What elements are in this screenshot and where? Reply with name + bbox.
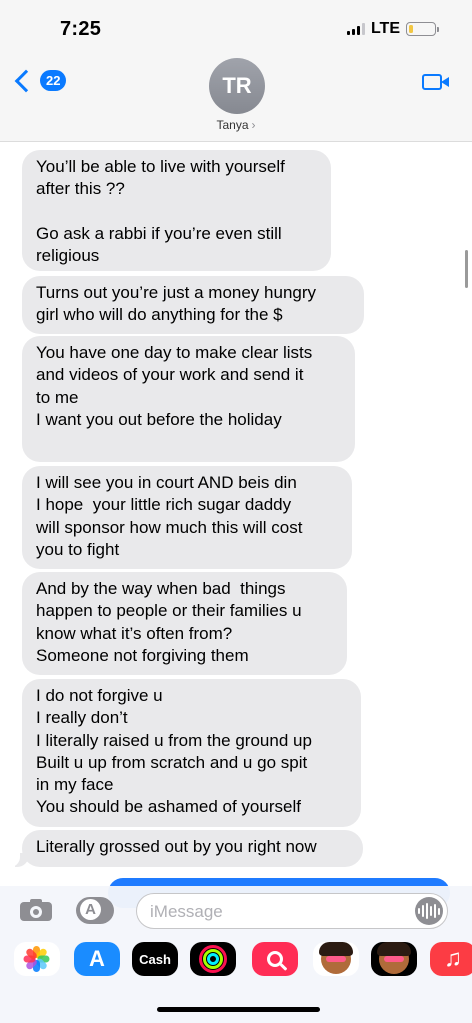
cash-app-icon[interactable]: Cash [132, 942, 178, 976]
memoji-icon[interactable] [313, 942, 359, 976]
message-input[interactable]: iMessage [136, 893, 448, 929]
signal-icon [346, 23, 365, 35]
message-bubble[interactable]: I will see you in court AND beis din I h… [22, 466, 352, 569]
message-bubble[interactable]: Literally grossed out by you right now [22, 830, 363, 867]
video-camera-icon[interactable] [422, 74, 449, 90]
message-bubble[interactable]: I do not forgive u I really don’t I lite… [22, 679, 361, 827]
message-bubble[interactable]: You’ll be able to live with yourself aft… [22, 150, 331, 271]
status-time: 7:25 [60, 18, 102, 40]
message-input-placeholder: iMessage [150, 902, 223, 921]
memoji-icon[interactable] [371, 942, 417, 976]
chevron-right-icon: › [251, 118, 256, 132]
music-icon[interactable]: ♫ [430, 942, 472, 976]
home-indicator[interactable] [157, 1007, 320, 1012]
app-store-icon[interactable]: A [74, 942, 120, 976]
unread-count-badge: 22 [40, 70, 67, 91]
scroll-indicator [465, 250, 468, 288]
message-bubble[interactable]: And by the way when bad things happen to… [22, 572, 347, 675]
photos-icon[interactable] [14, 942, 60, 976]
message-bubble[interactable]: You have one day to make clear lists and… [22, 336, 355, 462]
message-bubble[interactable]: Turns out you’re just a money hungry gir… [22, 276, 364, 334]
back-button[interactable]: 22 [14, 69, 67, 92]
contact-avatar[interactable]: TR [209, 58, 265, 114]
audio-waveform-icon[interactable] [415, 897, 443, 925]
contact-name-button[interactable]: Tanya › [0, 118, 472, 132]
app-store-icon: A [80, 899, 101, 920]
cash-app-label: Cash [139, 951, 171, 967]
apps-button[interactable]: A [76, 897, 114, 924]
contact-name: Tanya [216, 118, 249, 132]
battery-icon [406, 22, 439, 36]
conversation-header: 7:25 LTE 22 TR Tanya › [0, 0, 472, 142]
image-search-icon[interactable] [252, 942, 298, 976]
camera-icon[interactable] [20, 899, 52, 921]
activity-icon[interactable] [190, 942, 236, 976]
status-indicators: LTE [346, 20, 439, 38]
network-type: LTE [370, 20, 400, 37]
chevron-left-icon [14, 69, 38, 92]
